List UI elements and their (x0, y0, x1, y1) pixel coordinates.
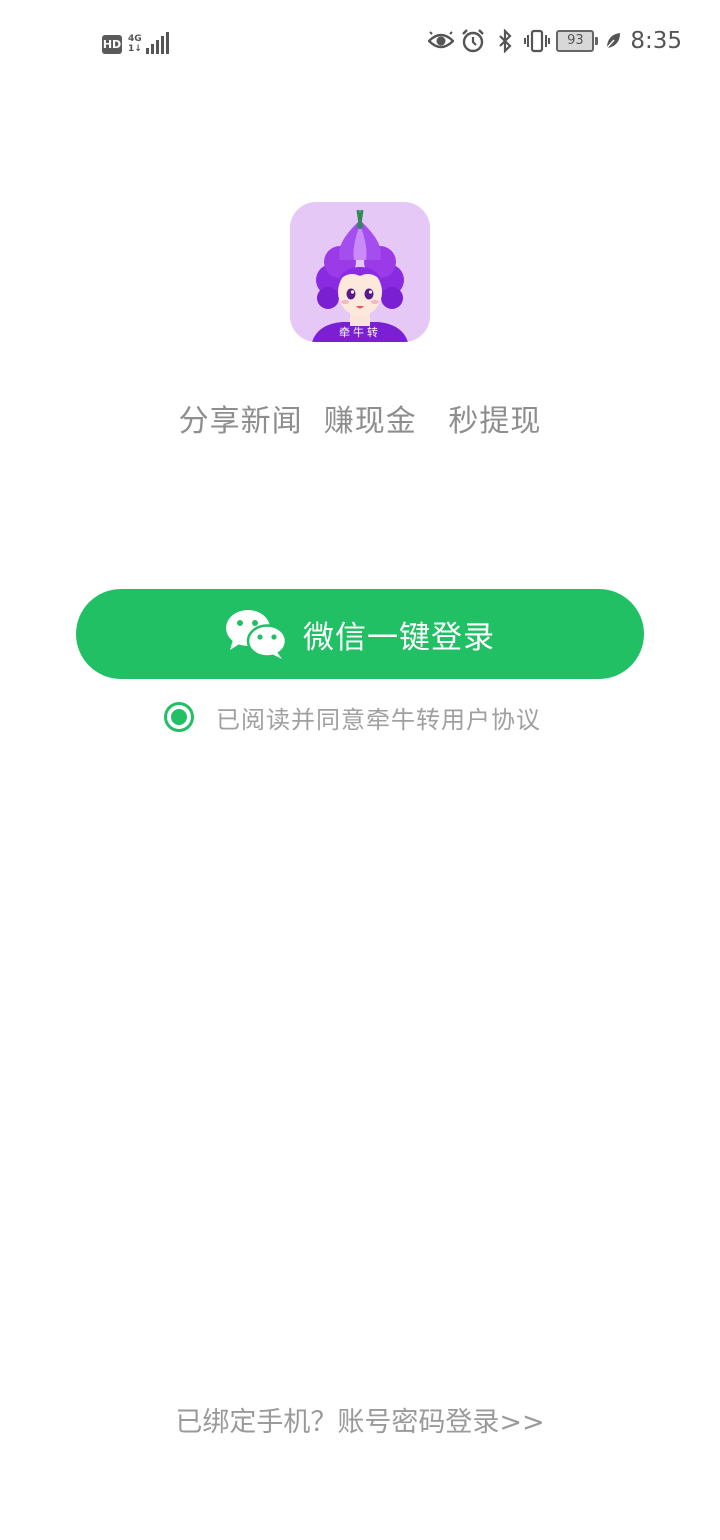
agreement-text[interactable]: 已阅读并同意牵牛转用户协议 (216, 700, 541, 735)
network-type-label: 4G (128, 34, 142, 44)
status-left: HD 4G 1↓ (102, 28, 169, 54)
agreement-radio[interactable] (164, 702, 194, 732)
alarm-icon (460, 28, 486, 54)
signal-icon (145, 32, 169, 54)
radio-checked-dot (171, 709, 187, 725)
agreement-row: 已阅读并同意牵牛转用户协议 (164, 700, 541, 734)
status-right: 93 8:35 (428, 26, 682, 56)
clock: 8:35 (630, 28, 682, 54)
vibrate-icon (524, 28, 551, 54)
logo-caption: 牵牛转 (339, 326, 381, 339)
hd-badge: HD (102, 35, 122, 54)
wechat-icon (225, 608, 287, 660)
data-indicator: 1↓ (128, 44, 142, 54)
battery-level: 93 (556, 30, 595, 52)
app-logo: 牵牛转 (290, 202, 430, 342)
app-slogan: 分享新闻 赚现金 秒提现 (178, 404, 542, 439)
leaf-icon (604, 28, 622, 54)
wechat-login-label: 微信一键登录 (303, 619, 495, 656)
eye-icon (428, 28, 455, 54)
status-bar: HD 4G 1↓ 93 8:35 (0, 0, 720, 80)
wechat-login-button[interactable]: 微信一键登录 (76, 589, 644, 679)
battery-icon: 93 (556, 30, 599, 52)
account-login-link[interactable]: 已绑定手机？账号密码登录>> (0, 1400, 720, 1439)
bluetooth-icon (492, 28, 518, 54)
network-type: 4G 1↓ (128, 34, 142, 54)
character-illustration (312, 209, 408, 342)
